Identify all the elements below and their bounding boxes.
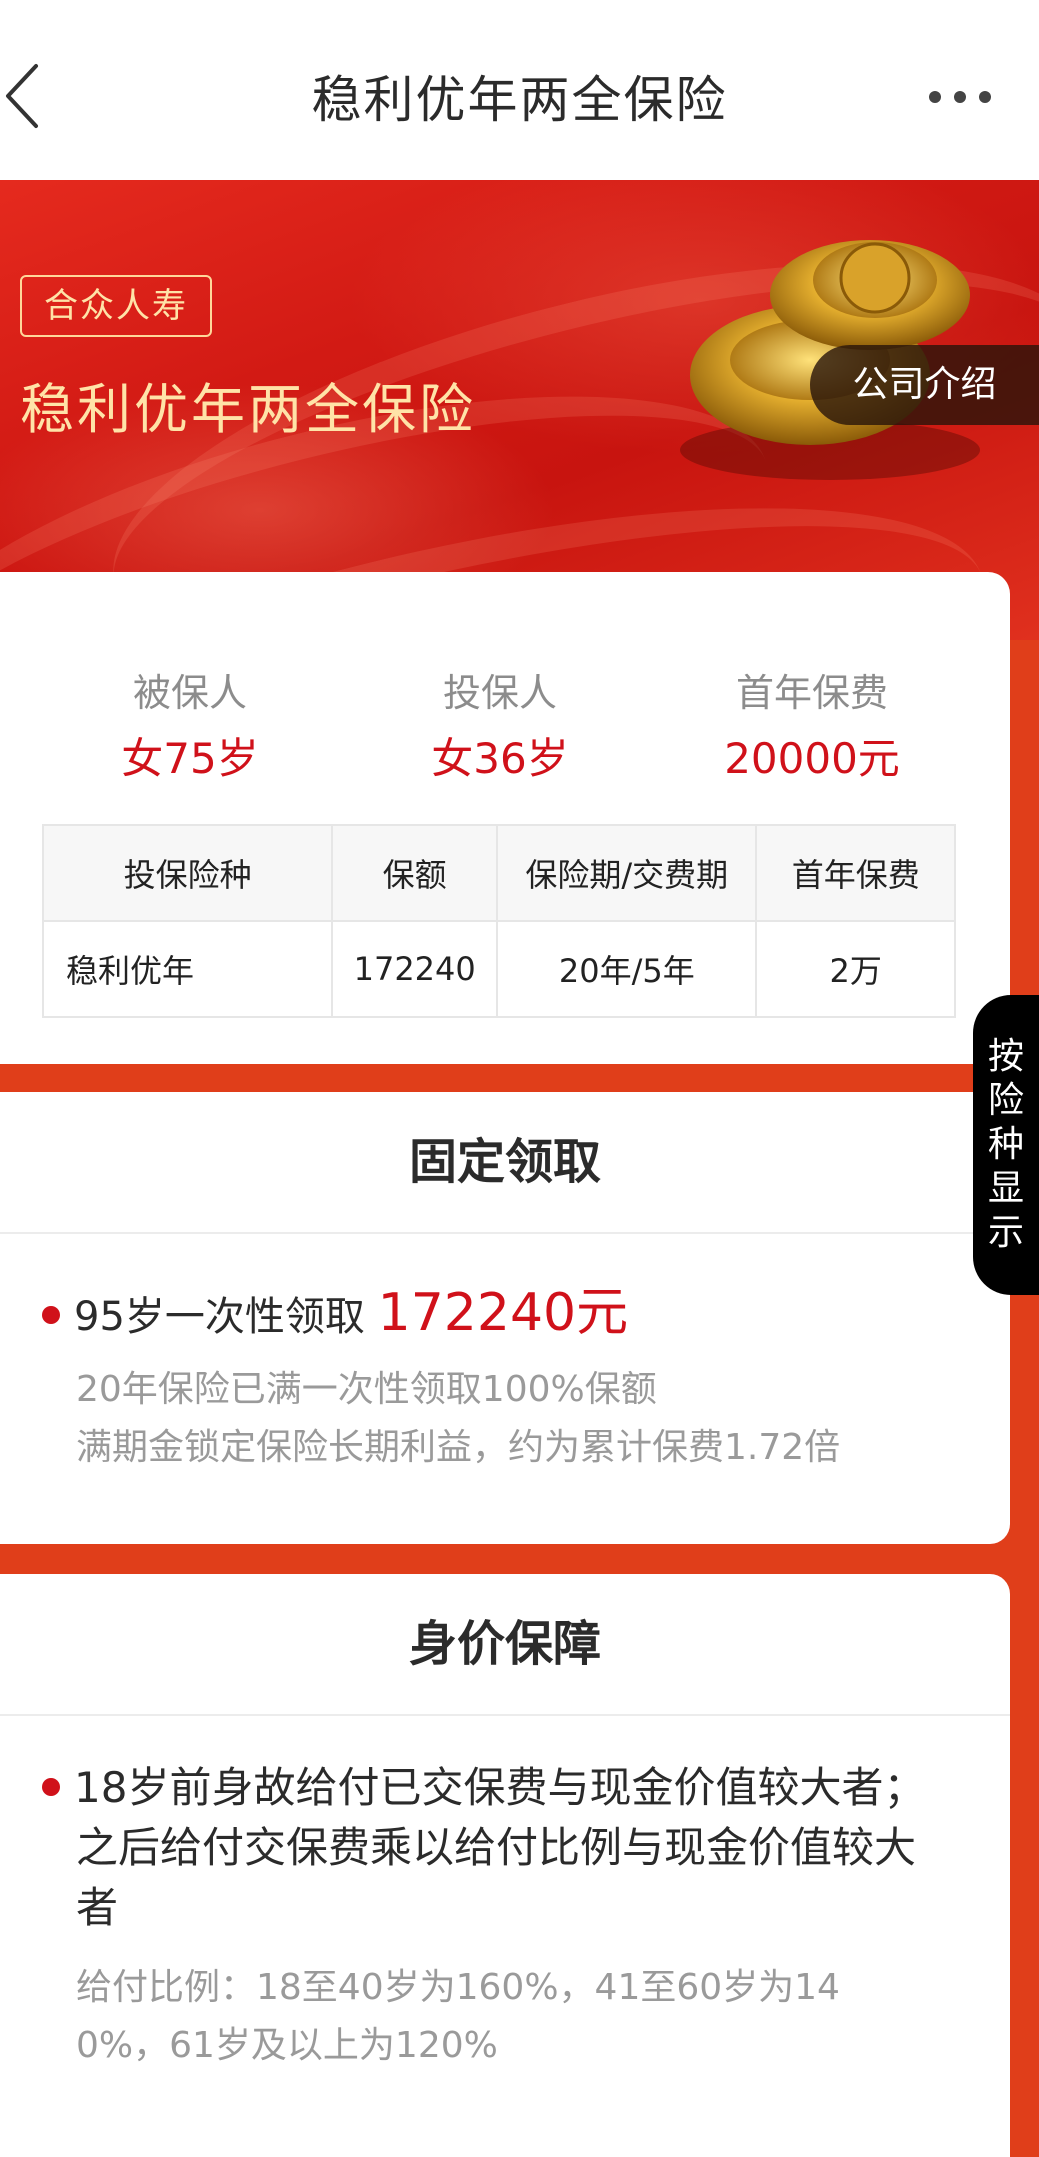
protection-text: 18岁前身故给付已交保费与现金价值较大者； bbox=[74, 1763, 926, 1812]
payout-note: 20年保险已满一次性领取100%保额 bbox=[76, 1369, 657, 1410]
table-header: 首年保费 bbox=[755, 824, 956, 922]
holder-value: 女36岁 bbox=[431, 734, 569, 783]
insured-value: 女75岁 bbox=[121, 734, 259, 783]
protection-note: 0%，61岁及以上为120% bbox=[76, 2025, 498, 2066]
holder-label: 投保人 bbox=[442, 671, 557, 715]
side-tab-char: 示 bbox=[987, 1212, 1024, 1253]
navigation-bar: 稳利优年两全保险 bbox=[0, 0, 1039, 180]
protection-note: 给付比例：18至40岁为160%，41至60岁为14 bbox=[76, 1967, 840, 2008]
table-cell: 172240 bbox=[331, 920, 499, 1018]
side-tab-char: 显 bbox=[987, 1168, 1024, 1209]
table-cell: 稳利优年 bbox=[41, 920, 334, 1018]
payout-bullet: 95岁一次性领取 172240元 bbox=[42, 1270, 628, 1345]
insured-stat: 被保人 女75岁 bbox=[30, 662, 350, 786]
payout-amount: 172240元 bbox=[377, 1283, 629, 1343]
section-title: 身价保障 bbox=[0, 1574, 1010, 1716]
payout-text: 95岁一次性领取 bbox=[74, 1294, 365, 1340]
bullet-dot-icon bbox=[42, 1306, 60, 1324]
fixed-payout-card: 固定领取 95岁一次性领取 172240元 20年保险已满一次性领取100%保额… bbox=[0, 1092, 1010, 1544]
table-header-row: 投保险种 保额 保险期/交费期 首年保费 bbox=[41, 824, 956, 922]
product-banner: 合众人寿 稳利优年两全保险 公司介绍 bbox=[0, 180, 1039, 640]
page-title: 稳利优年两全保险 bbox=[311, 71, 728, 129]
payout-note: 满期金锁定保险长期利益，约为累计保费1.72倍 bbox=[76, 1427, 841, 1468]
more-horizontal-icon[interactable] bbox=[925, 82, 995, 112]
side-tab-char: 按 bbox=[987, 1036, 1024, 1077]
table-header: 投保险种 bbox=[41, 824, 334, 922]
life-protection-card: 身价保障 18岁前身故给付已交保费与现金价值较大者； 之后给付交保费乘以给付比例… bbox=[0, 1574, 1010, 2157]
premium-label: 首年保费 bbox=[735, 671, 888, 715]
table-row: 稳利优年 172240 20年/5年 2万 bbox=[41, 920, 956, 1018]
section-title: 固定领取 bbox=[0, 1092, 1010, 1234]
summary-card: 被保人 女75岁 投保人 女36岁 首年保费 20000元 投保险种 保额 保险… bbox=[0, 572, 1010, 1064]
protection-text: 者 bbox=[76, 1883, 119, 1932]
premium-value: 20000元 bbox=[724, 734, 900, 783]
show-by-plan-tab[interactable]: 按 险 种 显 示 bbox=[973, 995, 1039, 1295]
banner-title: 稳利优年两全保险 bbox=[20, 378, 476, 441]
insured-label: 被保人 bbox=[132, 671, 247, 715]
company-intro-button[interactable]: 公司介绍 bbox=[810, 345, 1039, 425]
table-cell: 2万 bbox=[755, 920, 956, 1018]
plan-table: 投保险种 保额 保险期/交费期 首年保费 稳利优年 172240 20年/5年 … bbox=[41, 824, 956, 1018]
holder-stat: 投保人 女36岁 bbox=[340, 662, 660, 786]
table-header: 保额 bbox=[331, 824, 499, 922]
protection-bullet: 18岁前身故给付已交保费与现金价值较大者； bbox=[42, 1754, 925, 1815]
side-tab-char: 险 bbox=[987, 1080, 1024, 1121]
side-tab-char: 种 bbox=[987, 1124, 1024, 1165]
table-cell: 20年/5年 bbox=[496, 920, 758, 1018]
table-header: 保险期/交费期 bbox=[496, 824, 758, 922]
premium-stat: 首年保费 20000元 bbox=[652, 662, 972, 786]
protection-text: 之后给付交保费乘以给付比例与现金价值较大 bbox=[76, 1823, 917, 1872]
brand-tag: 合众人寿 bbox=[20, 275, 212, 337]
bullet-dot-icon bbox=[42, 1777, 60, 1796]
